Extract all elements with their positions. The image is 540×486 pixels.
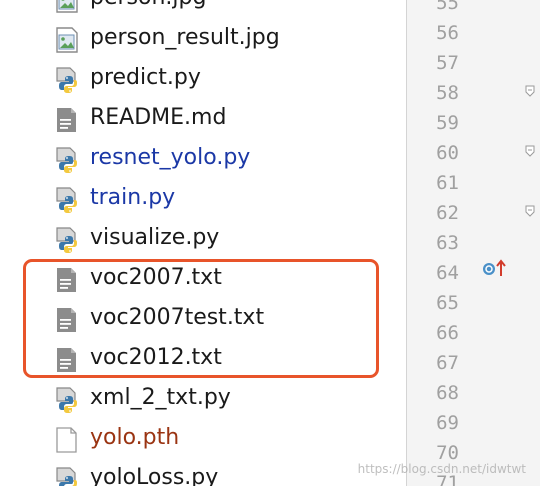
file-name: xml_2_txt.py — [90, 385, 231, 410]
blank-file-icon — [55, 427, 79, 453]
line-number: 61 — [436, 172, 459, 194]
watermark-text: https://blog.csdn.net/idwtwt — [357, 462, 526, 476]
image-file-icon — [55, 27, 79, 53]
line-number: 62 — [436, 202, 459, 224]
line-number: 60 — [436, 142, 459, 164]
python-file-icon — [55, 387, 79, 413]
override-up-arrow-icon[interactable] — [482, 258, 508, 278]
line-number: 66 — [436, 322, 459, 344]
highlight-box — [23, 259, 379, 378]
text-file-icon — [55, 107, 79, 133]
file-item[interactable]: visualize.py — [0, 219, 406, 259]
file-name: visualize.py — [90, 225, 220, 250]
file-name: resnet_yolo.py — [90, 145, 251, 170]
python-file-icon — [55, 227, 79, 253]
line-number: 55 — [436, 0, 459, 14]
file-item[interactable]: resnet_yolo.py — [0, 139, 406, 179]
file-item[interactable]: xml_2_txt.py — [0, 379, 406, 419]
file-name: yoloLoss.py — [90, 465, 219, 486]
file-item[interactable]: person_result.jpg — [0, 19, 406, 59]
file-item[interactable]: yolo.pth — [0, 419, 406, 459]
file-name: README.md — [90, 105, 227, 130]
project-file-tree: person.jpg person_result.jpg predict.py REA… — [0, 0, 406, 486]
line-number: 68 — [436, 382, 459, 404]
line-number: 59 — [436, 112, 459, 134]
line-number: 67 — [436, 352, 459, 374]
line-number: 56 — [436, 22, 459, 44]
fold-marker-icon[interactable] — [525, 142, 535, 157]
python-file-icon — [55, 187, 79, 213]
image-file-icon — [55, 0, 79, 13]
file-name: train.py — [90, 185, 176, 210]
line-number: 69 — [436, 412, 459, 434]
file-name: person.jpg — [90, 0, 206, 13]
file-item[interactable]: train.py — [0, 179, 406, 219]
editor-gutter: 55 56 57 58 59 60 61 62 63 64 65 66 67 68 69 70 71 — [407, 0, 540, 486]
python-file-icon — [55, 67, 79, 93]
file-name: predict.py — [90, 65, 201, 90]
file-item[interactable]: person.jpg — [0, 0, 406, 19]
line-number: 64 — [436, 262, 459, 284]
python-file-icon — [55, 467, 79, 486]
file-item[interactable]: yoloLoss.py — [0, 459, 406, 486]
file-name: yolo.pth — [90, 425, 180, 450]
line-number: 58 — [436, 82, 459, 104]
file-item[interactable]: predict.py — [0, 59, 406, 99]
line-number: 65 — [436, 292, 459, 314]
fold-marker-icon[interactable] — [525, 202, 535, 217]
file-item[interactable]: README.md — [0, 99, 406, 139]
file-name: person_result.jpg — [90, 25, 280, 50]
python-file-icon — [55, 147, 79, 173]
line-number: 57 — [436, 52, 459, 74]
fold-marker-icon[interactable] — [525, 82, 535, 97]
line-number: 63 — [436, 232, 459, 254]
